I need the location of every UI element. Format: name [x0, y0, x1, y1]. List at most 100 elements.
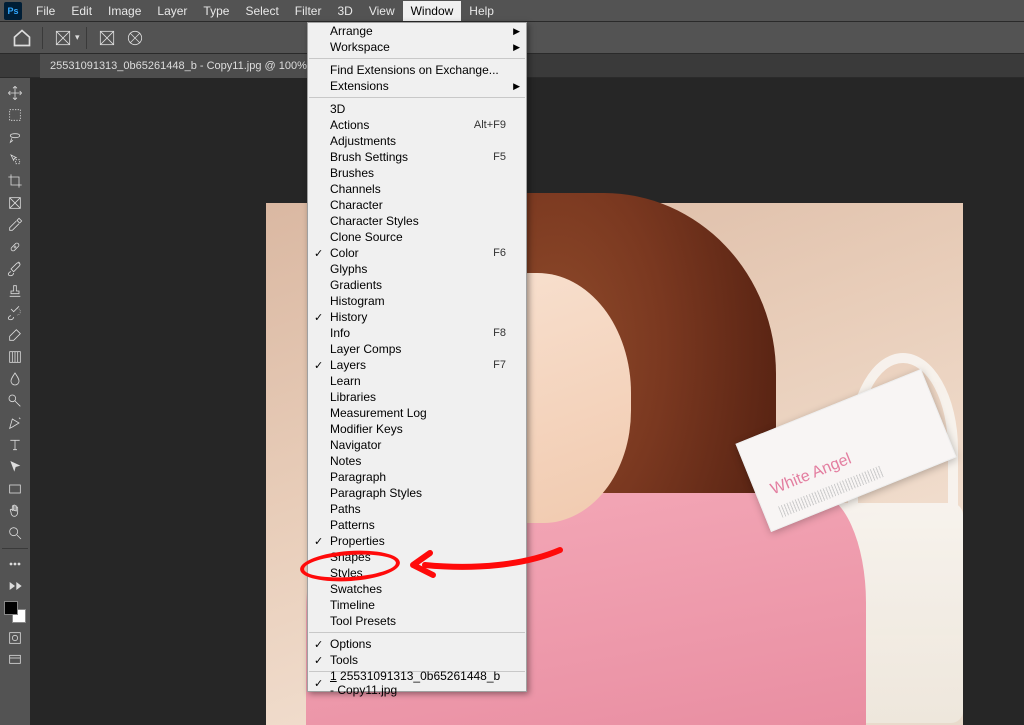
menu-item-timeline[interactable]: Timeline — [308, 597, 526, 613]
menu-item-layer-comps[interactable]: Layer Comps — [308, 341, 526, 357]
menu-item-shapes[interactable]: Shapes — [308, 549, 526, 565]
menu-item-channels[interactable]: Channels — [308, 181, 526, 197]
ellipsis-icon[interactable] — [1, 553, 29, 575]
dropdown-caret-icon[interactable]: ▾ — [75, 32, 80, 43]
frame-circle-icon[interactable] — [125, 28, 145, 48]
menu-item-label: Shapes — [330, 550, 506, 564]
menu-item-label: Find Extensions on Exchange... — [330, 63, 506, 77]
blur-tool[interactable] — [1, 368, 29, 390]
menu-item-measurement-log[interactable]: Measurement Log — [308, 405, 526, 421]
menu-item-actions[interactable]: ActionsAlt+F9 — [308, 117, 526, 133]
menu-select[interactable]: Select — [237, 1, 286, 21]
menu-layer[interactable]: Layer — [149, 1, 195, 21]
pen-tool[interactable] — [1, 412, 29, 434]
menu-item-color[interactable]: ✓ColorF6 — [308, 245, 526, 261]
menu-item-learn[interactable]: Learn — [308, 373, 526, 389]
menu-item-info[interactable]: InfoF8 — [308, 325, 526, 341]
frame-tool[interactable] — [1, 192, 29, 214]
menu-item-patterns[interactable]: Patterns — [308, 517, 526, 533]
menu-item-label: Learn — [330, 374, 506, 388]
menu-item-label: Adjustments — [330, 134, 506, 148]
type-tool[interactable] — [1, 434, 29, 456]
quick-select-tool[interactable] — [1, 148, 29, 170]
menu-type[interactable]: Type — [195, 1, 237, 21]
menu-filter[interactable]: Filter — [287, 1, 330, 21]
rectangle-tool[interactable] — [1, 478, 29, 500]
menu-help[interactable]: Help — [461, 1, 502, 21]
menu-file[interactable]: File — [28, 1, 63, 21]
gradient-tool[interactable] — [1, 346, 29, 368]
history-brush-tool[interactable] — [1, 302, 29, 324]
menu-item-navigator[interactable]: Navigator — [308, 437, 526, 453]
menu-item-character[interactable]: Character — [308, 197, 526, 213]
menu-item-brushes[interactable]: Brushes — [308, 165, 526, 181]
window-menu-dropdown: Arrange▶Workspace▶ Find Extensions on Exc… — [307, 22, 527, 692]
dodge-tool[interactable] — [1, 390, 29, 412]
menu-item-brush-settings[interactable]: Brush SettingsF5 — [308, 149, 526, 165]
menu-item-label: Character Styles — [330, 214, 506, 228]
menu-window[interactable]: Window — [403, 1, 462, 21]
menu-item-label: 1 25531091313_0b65261448_b - Copy11.jpg — [330, 669, 506, 697]
frame-rect-icon[interactable] — [97, 28, 117, 48]
menu-edit[interactable]: Edit — [63, 1, 100, 21]
menu-item-clone-source[interactable]: Clone Source — [308, 229, 526, 245]
foreground-color-swatch[interactable] — [4, 601, 18, 615]
menu-item-history[interactable]: ✓History — [308, 309, 526, 325]
eyedropper-tool[interactable] — [1, 214, 29, 236]
menu-item-adjustments[interactable]: Adjustments — [308, 133, 526, 149]
menu-item-styles[interactable]: Styles — [308, 565, 526, 581]
menu-item-extensions[interactable]: Extensions▶ — [308, 78, 526, 94]
menu-item-workspace[interactable]: Workspace▶ — [308, 39, 526, 55]
menu-item-paragraph[interactable]: Paragraph — [308, 469, 526, 485]
menu-item-glyphs[interactable]: Glyphs — [308, 261, 526, 277]
menu-separator — [309, 97, 525, 98]
menu-view[interactable]: View — [361, 1, 403, 21]
menu-item-tools[interactable]: ✓Tools — [308, 652, 526, 668]
menu-item-find-extensions-on-exchange[interactable]: Find Extensions on Exchange... — [308, 62, 526, 78]
menu-image[interactable]: Image — [100, 1, 149, 21]
menu-item-label: Tool Presets — [330, 614, 506, 628]
menu-item-3d[interactable]: 3D — [308, 101, 526, 117]
path-select-tool[interactable] — [1, 456, 29, 478]
menu-item-properties[interactable]: ✓Properties — [308, 533, 526, 549]
home-icon[interactable] — [12, 28, 32, 48]
frame-tool-icon[interactable] — [53, 28, 73, 48]
menu-item-histogram[interactable]: Histogram — [308, 293, 526, 309]
lasso-tool[interactable] — [1, 126, 29, 148]
menu-item-shortcut: F6 — [493, 247, 506, 259]
menu-item-arrange[interactable]: Arrange▶ — [308, 23, 526, 39]
canvas-area[interactable] — [30, 78, 1024, 725]
menu-item-label: Layer Comps — [330, 342, 506, 356]
divider — [42, 27, 43, 49]
menu-item-tool-presets[interactable]: Tool Presets — [308, 613, 526, 629]
menu-item-libraries[interactable]: Libraries — [308, 389, 526, 405]
marquee-tool[interactable] — [1, 104, 29, 126]
stamp-tool[interactable] — [1, 280, 29, 302]
menu-item-shortcut: F8 — [493, 327, 506, 339]
check-icon: ✓ — [314, 247, 323, 260]
menu-item-label: Channels — [330, 182, 506, 196]
brush-tool[interactable] — [1, 258, 29, 280]
move-tool[interactable] — [1, 82, 29, 104]
menu-item-layers[interactable]: ✓LayersF7 — [308, 357, 526, 373]
menu-item-1-25531091313-0b65261448-b-copy11-jpg[interactable]: ✓1 25531091313_0b65261448_b - Copy11.jpg — [308, 675, 526, 691]
menu-item-paragraph-styles[interactable]: Paragraph Styles — [308, 485, 526, 501]
zoom-tool[interactable] — [1, 522, 29, 544]
menu-item-swatches[interactable]: Swatches — [308, 581, 526, 597]
menu-item-gradients[interactable]: Gradients — [308, 277, 526, 293]
hand-tool[interactable] — [1, 500, 29, 522]
eraser-tool[interactable] — [1, 324, 29, 346]
screen-mode-icon[interactable] — [1, 649, 29, 671]
quick-mask-icon[interactable] — [1, 627, 29, 649]
color-swatches[interactable] — [4, 601, 26, 623]
healing-tool[interactable] — [1, 236, 29, 258]
menu-item-modifier-keys[interactable]: Modifier Keys — [308, 421, 526, 437]
crop-tool[interactable] — [1, 170, 29, 192]
menu-item-label: Clone Source — [330, 230, 506, 244]
menu-3d[interactable]: 3D — [329, 1, 360, 21]
menu-item-options[interactable]: ✓Options — [308, 636, 526, 652]
menu-item-notes[interactable]: Notes — [308, 453, 526, 469]
menu-item-character-styles[interactable]: Character Styles — [308, 213, 526, 229]
edit-toolbar-icon[interactable] — [1, 575, 29, 597]
menu-item-paths[interactable]: Paths — [308, 501, 526, 517]
